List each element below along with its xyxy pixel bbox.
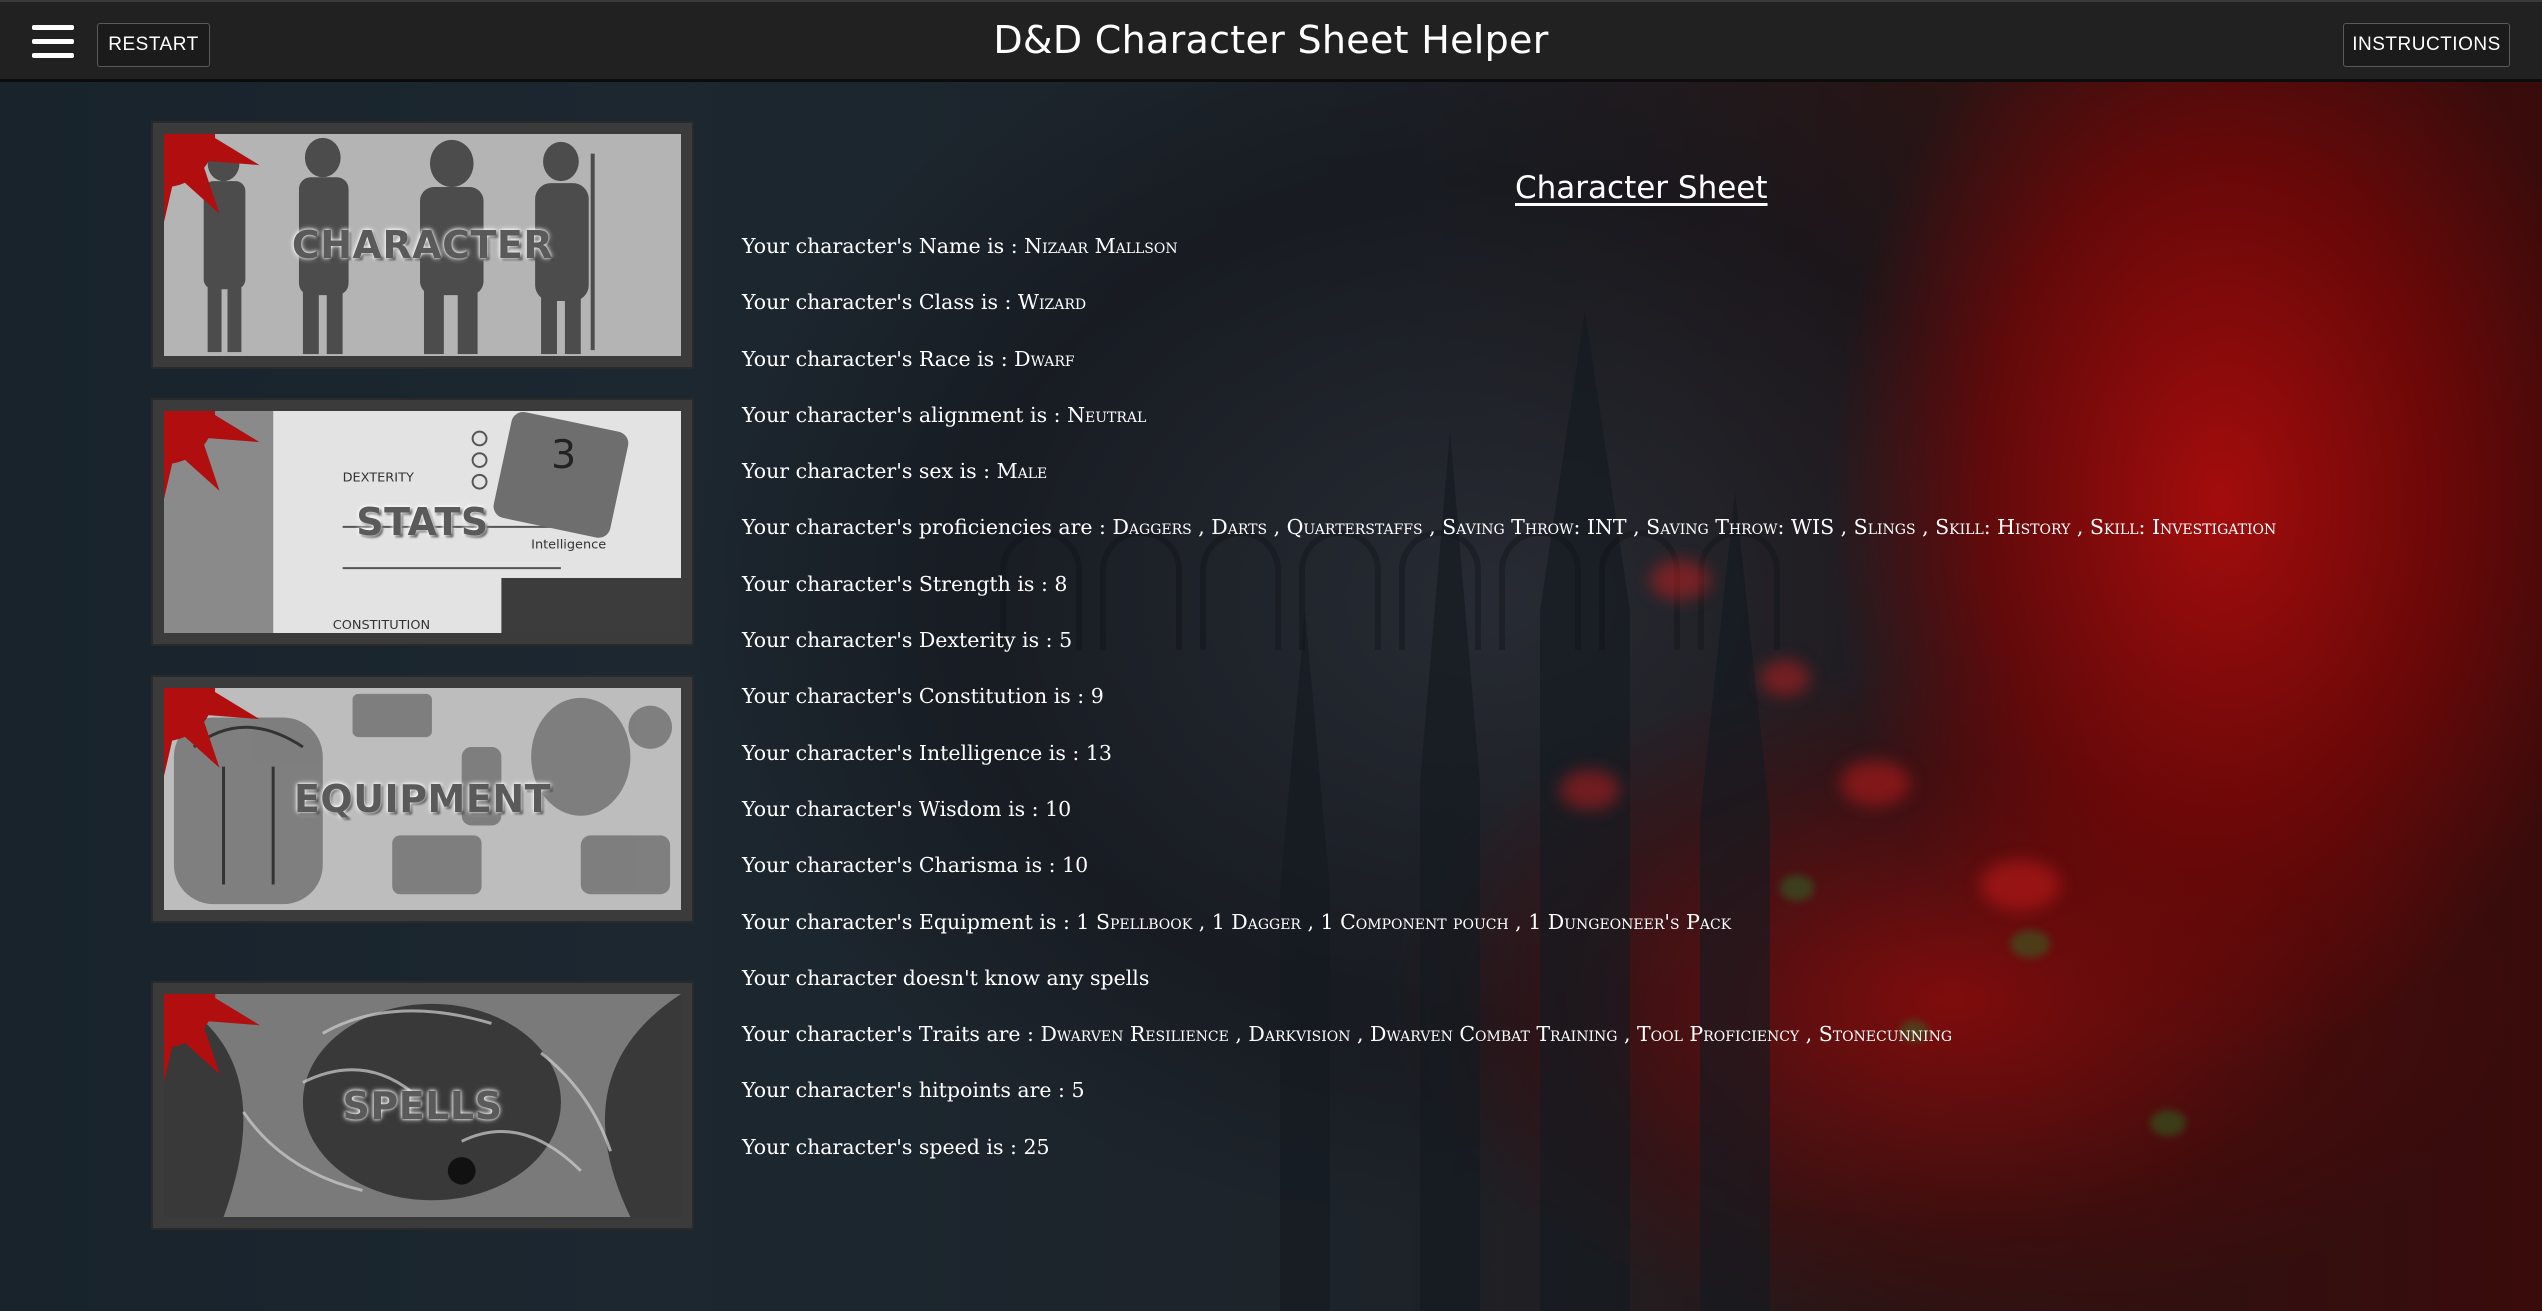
sheet-line-value: Neutral [1067,402,1147,427]
character-sheet-title: Character Sheet [1515,170,1768,206]
sheet-line-value: Wizard [1017,290,1087,315]
sheet-line-value: 25 [1023,1134,1050,1159]
instructions-button[interactable]: INSTRUCTIONS [2343,23,2510,67]
equipment-nav-card[interactable]: EQUIPMENT [151,675,694,923]
sheet-line-value: Daggers , Darts , Quarterstaffs , Saving… [1112,515,2277,540]
sheet-line-constitution: Your character's Constitution is : 9 [742,680,2276,736]
sheet-line-charisma: Your character's Charisma is : 10 [742,849,2276,905]
sheet-line-label: Your character's Strength is : [742,571,1055,596]
sheet-line-value: 8 [1054,571,1068,596]
sheet-line-class: Your character's Class is : Wizard [742,286,2276,342]
sheet-line-label: Your character's Dexterity is : [742,628,1060,653]
sheet-line-value: 10 [1045,796,1072,821]
sheet-line-value: Dwarven Resilience , Darkvision , Dwarve… [1040,1022,1952,1047]
sheet-line-label: Your character's speed is : [742,1134,1024,1159]
sheet-line-value: Nizaar Mallson [1024,234,1178,258]
equipment-card-image: EQUIPMENT [164,688,681,910]
sheet-line-value: 1 Spellbook , 1 Dagger , 1 Component pou… [1076,909,1732,934]
sheet-line-label: Your character's Race is : [742,346,1015,371]
sheet-line-value: 9 [1090,684,1104,709]
svg-text:3: 3 [551,432,576,478]
sheet-line-label: Your character's Intelligence is : [742,740,1086,765]
sheet-line-traits: Your character's Traits are : Dwarven Re… [742,1018,2276,1074]
top-app-bar: RESTART D&D Character Sheet Helper INSTR… [0,0,2542,82]
sheet-line-value: Male [996,459,1048,484]
sheet-line-intelligence: Your character's Intelligence is : 13 [742,737,2276,793]
equipment-card-label: EQUIPMENT [293,777,552,821]
sheet-line-dexterity: Your character's Dexterity is : 5 [742,624,2276,680]
sheet-line-proficiencies: Your character's proficiencies are : Dag… [742,511,2276,567]
sheet-line-spells: Your character doesn't know any spells [742,962,2276,1018]
sheet-line-label: Your character's hitpoints are : [742,1078,1072,1103]
character-card-label: CHARACTER [291,223,554,267]
sheet-line-wisdom: Your character's Wisdom is : 10 [742,793,2276,849]
spells-card-image: SPELLS [164,994,681,1217]
stats-nav-card[interactable]: 3 DEXTERITY Intelligence CONSTITUTION ST… [151,398,694,646]
svg-text:CONSTITUTION: CONSTITUTION [333,618,430,633]
sheet-line-equipment: Your character's Equipment is : 1 Spellb… [742,906,2276,962]
sheet-line-strength: Your character's Strength is : 8 [742,568,2276,624]
sheet-line-hitpoints: Your character's hitpoints are : 5 [742,1074,2276,1130]
character-card-image: CHARACTER [164,134,681,356]
sheet-line-label: Your character's Constitution is : [742,684,1091,709]
sheet-line-value: 5 [1071,1078,1085,1103]
sheet-line-value: 10 [1062,853,1089,878]
sheet-line-value: 5 [1059,628,1073,653]
stats-card-image: 3 DEXTERITY Intelligence CONSTITUTION ST… [164,411,681,633]
sheet-line-sex: Your character's sex is : Male [742,455,2276,511]
page-background: RESTART D&D Character Sheet Helper INSTR… [0,0,2542,1311]
sheet-line-label: Your character's sex is : [742,459,997,484]
app-title: D&D Character Sheet Helper [993,18,1549,62]
sheet-line-label: Your character's Equipment is : [742,909,1077,934]
sheet-line-race: Your character's Race is : Dwarf [742,343,2276,399]
sheet-line-label: Your character's Class is : [742,290,1018,315]
character-sheet-list: Your character's Name is : Nizaar Mallso… [742,230,2276,1187]
stats-card-label: STATS [356,500,489,544]
sheet-line-label: Your character's Name is : [742,234,1025,258]
sheet-line-value: 13 [1085,740,1112,765]
sheet-line-label: Your character's Wisdom is : [742,796,1046,821]
sheet-line-label: Your character doesn't know any spells [742,965,1150,990]
sheet-line-alignment: Your character's alignment is : Neutral [742,399,2276,455]
sheet-line-speed: Your character's speed is : 25 [742,1131,2276,1187]
sheet-line-label: Your character's Traits are : [742,1022,1041,1047]
sheet-line-label: Your character's Charisma is : [742,853,1063,878]
character-nav-card[interactable]: CHARACTER [151,121,694,369]
spells-nav-card[interactable]: SPELLS [151,981,694,1230]
spells-card-label: SPELLS [342,1083,503,1128]
sheet-line-label: Your character's alignment is : [742,402,1068,427]
sheet-line-name: Your character's Name is : Nizaar Mallso… [742,230,2276,286]
sheet-line-value: Dwarf [1014,346,1075,371]
sheet-line-label: Your character's proficiencies are : [742,515,1113,540]
